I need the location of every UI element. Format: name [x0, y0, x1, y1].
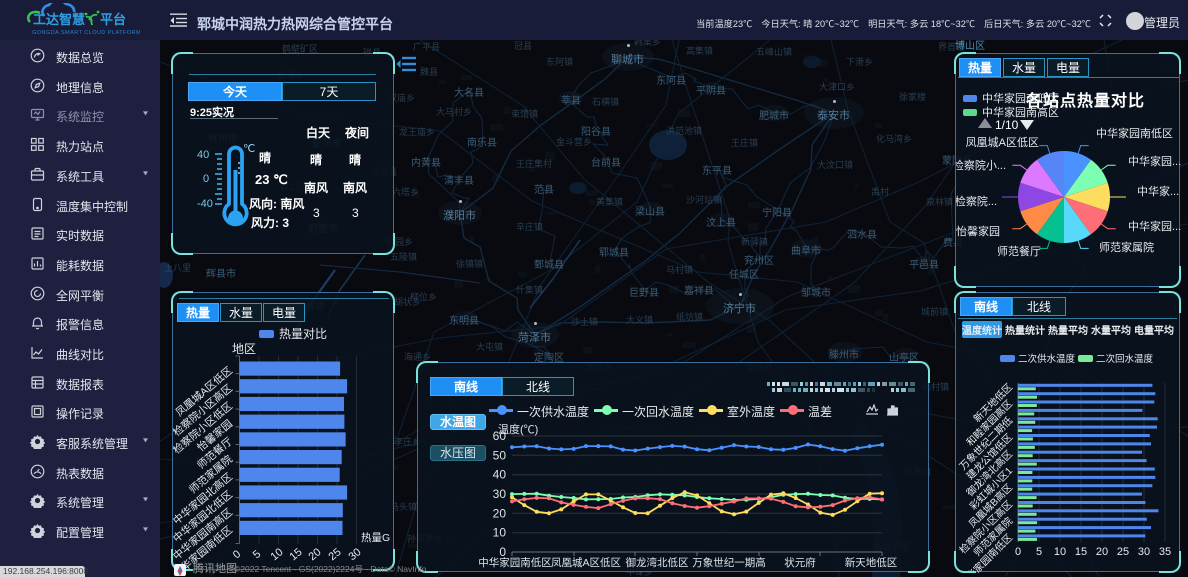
svg-text:5: 5 — [251, 548, 263, 561]
svg-text:凤凰城A区低区: 凤凰城A区低区 — [966, 136, 1039, 149]
svg-text:-40: -40 — [197, 198, 213, 210]
svg-text:5: 5 — [1036, 546, 1042, 558]
svg-text:15: 15 — [1075, 546, 1087, 558]
svg-text:15: 15 — [288, 546, 305, 563]
svg-text:状元府: 状元府 — [784, 556, 816, 569]
svg-text:10: 10 — [493, 526, 507, 540]
svg-text:中华家园...: 中华家园... — [1128, 219, 1181, 233]
svg-text:中华家...: 中华家... — [1137, 184, 1179, 198]
svg-text:40: 40 — [493, 468, 507, 482]
svg-text:0: 0 — [203, 173, 209, 185]
svg-text:工达智慧: 工达智慧 — [33, 12, 85, 27]
svg-text:30: 30 — [347, 546, 364, 563]
svg-text:中华家园...: 中华家园... — [1128, 154, 1181, 168]
svg-text:25: 25 — [327, 546, 344, 563]
svg-text:0: 0 — [1015, 546, 1021, 558]
svg-text:40: 40 — [197, 149, 209, 161]
svg-text:20: 20 — [1096, 546, 1108, 558]
svg-text:50: 50 — [493, 448, 507, 462]
svg-text:平台: 平台 — [100, 12, 126, 27]
svg-text:30: 30 — [1138, 546, 1150, 558]
svg-text:新天地低区: 新天地低区 — [845, 556, 898, 569]
svg-text:30: 30 — [493, 487, 507, 501]
svg-text:20: 20 — [493, 506, 507, 520]
svg-text:60: 60 — [493, 429, 507, 443]
svg-text:10: 10 — [269, 546, 286, 563]
svg-text:10: 10 — [1054, 546, 1066, 558]
svg-text:怡馨家园: 怡馨家园 — [956, 224, 1000, 238]
svg-text:师范餐厅: 师范餐厅 — [997, 244, 1041, 258]
svg-text:万象世纪一期高: 万象世纪一期高 — [692, 556, 766, 569]
svg-text:GONGDA SMART CLOUD PLATFORM: GONGDA SMART CLOUD PLATFORM — [32, 30, 140, 36]
svg-text:凤凰城A区低区: 凤凰城A区低区 — [551, 556, 621, 569]
svg-text:御龙湾北低区: 御龙湾北低区 — [626, 556, 689, 569]
svg-text:℃: ℃ — [243, 143, 255, 155]
svg-text:25: 25 — [1117, 546, 1129, 558]
svg-text:热量G: 热量G — [361, 531, 390, 544]
svg-text:中华家园南低区: 中华家园南低区 — [1096, 126, 1173, 140]
svg-text:检察院小...: 检察院小... — [956, 158, 1006, 172]
svg-text:师范家属院: 师范家属院 — [1099, 240, 1154, 254]
svg-text:检察院...: 检察院... — [956, 194, 997, 208]
svg-text:中华家园南低区: 中华家园南低区 — [478, 556, 552, 569]
svg-text:20: 20 — [307, 546, 324, 563]
